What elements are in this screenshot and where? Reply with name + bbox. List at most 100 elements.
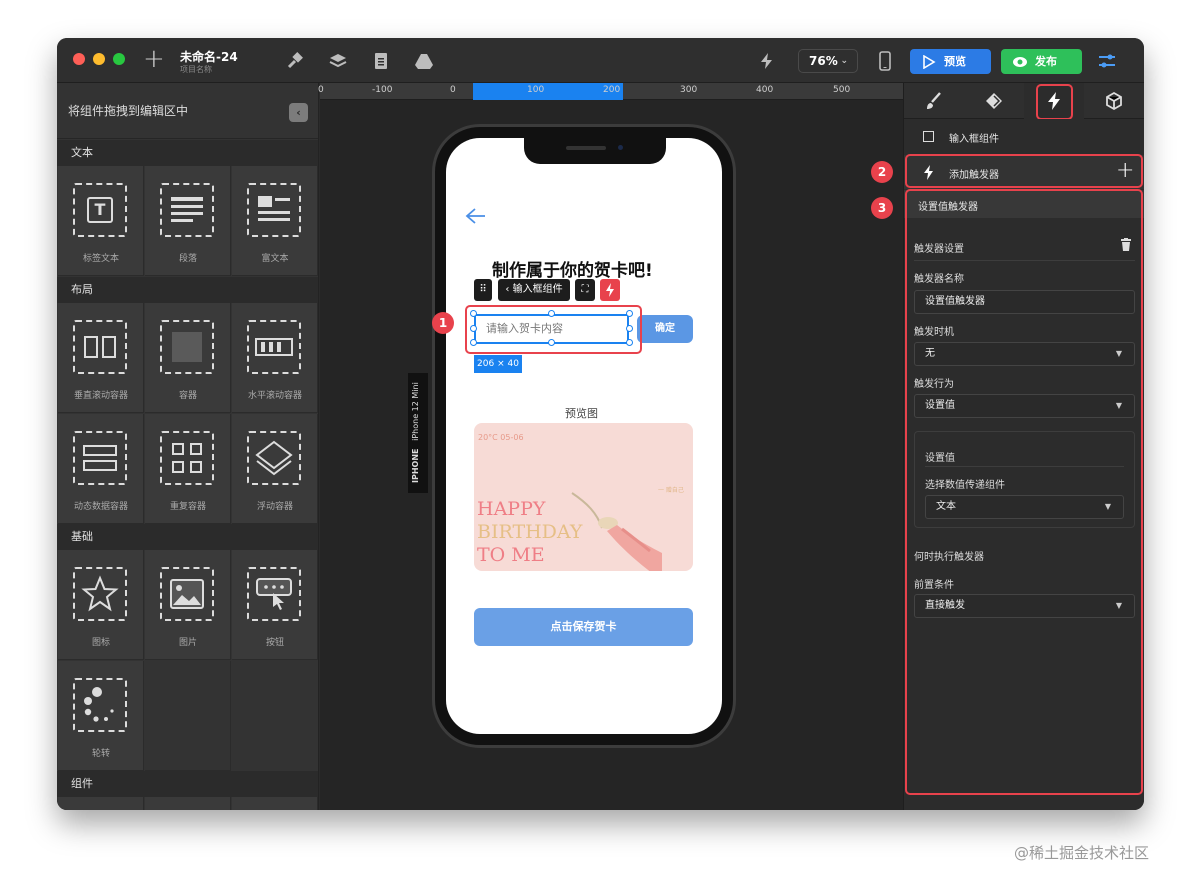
ruler-tick: 500 bbox=[833, 85, 851, 95]
paragraph-icon bbox=[160, 183, 214, 237]
horizontal-scroll-icon bbox=[247, 320, 301, 374]
annotation-box-2 bbox=[905, 154, 1143, 188]
tile-horizontal-scroll[interactable]: 水平滚动容器 bbox=[232, 303, 318, 413]
expand-icon[interactable]: ⛶ bbox=[575, 279, 595, 301]
top-toolbar: + 未命名-24 项目名称 76% ⌄ 预览 发布 bbox=[57, 38, 1144, 83]
ruler-tick: 200 bbox=[603, 85, 621, 95]
horizontal-ruler[interactable]: 0 -100 0 100 200 300 400 500 bbox=[318, 83, 903, 100]
device-label: IPHONE iPhone 12 Mini bbox=[408, 373, 428, 493]
ruler-tick: 400 bbox=[756, 85, 774, 95]
trigger-lightning-icon[interactable] bbox=[600, 279, 620, 301]
spinner-icon bbox=[73, 678, 127, 732]
back-arrow-icon[interactable] bbox=[465, 207, 487, 225]
ruler-tick: 100 bbox=[527, 85, 545, 95]
tile-partial[interactable] bbox=[58, 797, 144, 810]
save-card-button[interactable]: 点击保存贺卡 bbox=[474, 608, 693, 646]
tile-floating[interactable]: 浮动容器 bbox=[232, 414, 318, 524]
document-icon[interactable] bbox=[371, 51, 391, 71]
tile-label: 水平滚动容器 bbox=[247, 391, 302, 401]
phone-notch bbox=[524, 138, 666, 164]
tile-label: 富文本 bbox=[261, 254, 289, 264]
brush-icon bbox=[927, 92, 941, 109]
tile-label-text[interactable]: T 标签文本 bbox=[58, 166, 144, 276]
zoom-select[interactable]: 76% ⌄ bbox=[798, 49, 858, 73]
image-icon bbox=[160, 567, 214, 621]
tile-vertical-scroll[interactable]: 垂直滚动容器 bbox=[58, 303, 144, 413]
dynamic-data-icon bbox=[73, 431, 127, 485]
tile-label: 段落 bbox=[178, 254, 197, 264]
birthday-card-image: 20°C 05-06 一 赠自己 HAPPY BIRTHDAY TO ME bbox=[474, 423, 693, 571]
tile-empty bbox=[145, 661, 231, 771]
size-badge: 206 × 40 bbox=[474, 355, 522, 373]
tile-label: 按钮 bbox=[265, 638, 284, 648]
tile-label: 轮转 bbox=[91, 749, 110, 759]
watermark: @稀土掘金技术社区 bbox=[1014, 844, 1150, 862]
diamond-icon bbox=[986, 93, 1002, 109]
project-title[interactable]: 未命名-24 bbox=[180, 48, 238, 65]
ruler-tick: 0 bbox=[450, 85, 456, 95]
settings-sliders-icon[interactable] bbox=[1097, 51, 1117, 71]
maximize-window-button[interactable] bbox=[113, 53, 125, 65]
tile-container[interactable]: 容器 bbox=[145, 303, 231, 413]
tab-component[interactable] bbox=[964, 83, 1024, 119]
button-click-icon bbox=[247, 567, 301, 621]
preview-button[interactable]: 预览 bbox=[910, 49, 991, 74]
tile-partial[interactable] bbox=[232, 797, 318, 810]
tile-carousel[interactable]: 轮转 bbox=[58, 661, 144, 771]
play-icon bbox=[923, 55, 936, 69]
component-box-icon bbox=[923, 131, 934, 142]
properties-panel: 输入框组件 添加触发器 + 设置值触发器 触发器设置 触发器名称 设置值触发器 … bbox=[903, 83, 1144, 810]
ruler-selection-highlight bbox=[473, 83, 623, 100]
add-icon[interactable]: + bbox=[143, 46, 165, 72]
ruler-tick: -100 bbox=[372, 85, 393, 95]
drive-icon[interactable] bbox=[414, 51, 434, 71]
star-icon bbox=[73, 567, 127, 621]
library-header: 将组件拖拽到编辑区中 bbox=[57, 83, 318, 139]
lightning-icon[interactable] bbox=[757, 51, 777, 71]
tile-dynamic-data[interactable]: 动态数据容器 bbox=[58, 414, 144, 524]
publish-button[interactable]: 发布 bbox=[1001, 49, 1082, 74]
tile-rich-text[interactable]: 富文本 bbox=[232, 166, 318, 276]
component-tag-label: 输入框组件 bbox=[512, 284, 563, 295]
zoom-value: 76% bbox=[809, 54, 838, 68]
tab-style[interactable] bbox=[904, 83, 964, 119]
preview-title: 预览图 bbox=[565, 407, 598, 420]
device-model: iPhone 12 Mini bbox=[411, 382, 420, 441]
hammer-icon[interactable] bbox=[285, 51, 305, 71]
tile-label: 动态数据容器 bbox=[73, 502, 128, 512]
tile-paragraph[interactable]: 段落 bbox=[145, 166, 231, 276]
collapse-panel-button[interactable]: ‹ bbox=[289, 103, 308, 122]
tile-icon[interactable]: 图标 bbox=[58, 550, 144, 660]
annotation-box-1 bbox=[465, 305, 642, 354]
device-type: IPHONE bbox=[411, 448, 420, 484]
annotation-badge-1: 1 bbox=[432, 312, 454, 334]
phone-device-icon[interactable] bbox=[875, 51, 895, 71]
close-window-button[interactable] bbox=[73, 53, 85, 65]
card-text-line2: BIRTHDAY bbox=[477, 521, 583, 543]
rich-text-icon bbox=[247, 183, 301, 237]
app-window: + 未命名-24 项目名称 76% ⌄ 预览 发布 将组件拖拽到编辑区中 ‹ 文本… bbox=[57, 38, 1144, 810]
tab-layout[interactable] bbox=[1084, 83, 1144, 119]
drag-handle-icon[interactable]: ⠿ bbox=[474, 279, 492, 301]
component-select-button[interactable]: ‹ 输入框组件 bbox=[498, 279, 570, 301]
tile-label: 垂直滚动容器 bbox=[73, 391, 128, 401]
section-components: 组件 bbox=[57, 771, 318, 797]
section-text: 文本 bbox=[57, 140, 318, 166]
minimize-window-button[interactable] bbox=[93, 53, 105, 65]
layers-icon[interactable] bbox=[328, 51, 348, 71]
section-layout: 布局 bbox=[57, 277, 318, 303]
ruler-tick: 300 bbox=[680, 85, 698, 95]
annotation-box-3 bbox=[905, 189, 1143, 795]
tile-label: 图标 bbox=[91, 638, 110, 648]
tile-partial[interactable] bbox=[145, 797, 231, 810]
card-weather: 20°C 05-06 bbox=[478, 433, 524, 442]
container-icon bbox=[160, 320, 214, 374]
card-text-line1: HAPPY bbox=[477, 498, 546, 520]
tile-image[interactable]: 图片 bbox=[145, 550, 231, 660]
tile-label: 重复容器 bbox=[169, 502, 206, 512]
tile-button[interactable]: 按钮 bbox=[232, 550, 318, 660]
confirm-button[interactable]: 确定 bbox=[637, 315, 693, 343]
ruler-tick: 0 bbox=[318, 85, 324, 95]
tile-repeat[interactable]: 重复容器 bbox=[145, 414, 231, 524]
eye-icon bbox=[1013, 57, 1027, 67]
